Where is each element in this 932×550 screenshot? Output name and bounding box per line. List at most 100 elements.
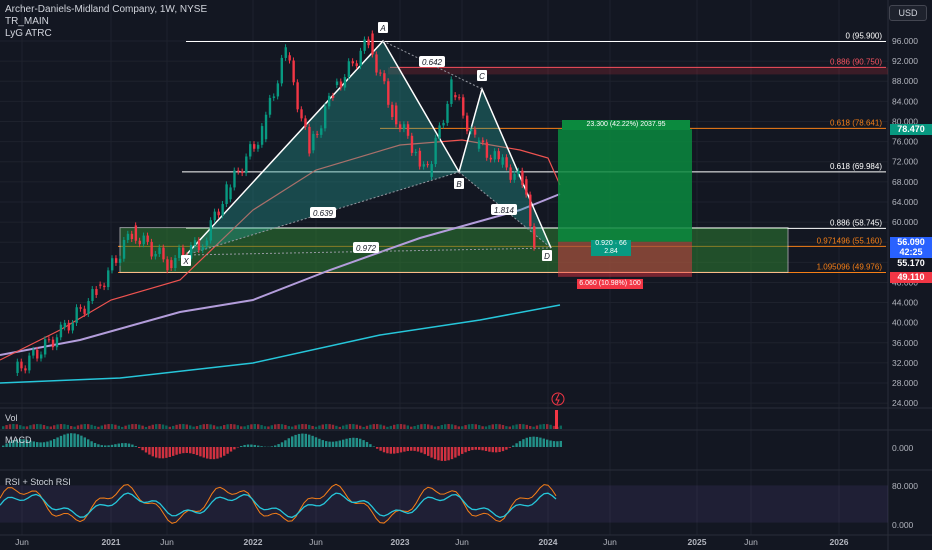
candle [126,233,130,240]
volume-bar [121,426,124,429]
vol-pane-label[interactable]: Vol [5,413,18,423]
macd-bar [80,435,83,447]
volume-bar [474,424,477,429]
volume-bar [284,424,287,429]
macd-histogram [2,433,562,461]
ratio-label-bd: 1.814 [494,206,515,215]
volume-bar [393,424,396,429]
macd-bar [457,447,460,456]
currency-button[interactable]: USD [889,5,927,21]
macd-bar [505,447,508,450]
macd-bar [155,447,158,458]
volume-bar [338,426,341,429]
macd-bar [257,445,260,447]
macd-bar [274,445,277,447]
volume-bar [423,424,426,429]
macd-bar [131,444,134,447]
candle [296,82,299,110]
ratio-label-ac: 0.642 [422,58,443,67]
candle [284,47,287,58]
volume-bar [410,426,413,429]
volume-bar [546,424,549,429]
volume-bar [287,426,290,429]
macd-bar [90,441,93,447]
candle [241,171,244,174]
candle [485,142,489,158]
macd-bar [535,436,539,447]
candle [363,39,366,51]
volume-bar [219,426,222,429]
volume-bar [308,424,311,429]
fib-label: 0.886 (90.750) [830,57,882,66]
volume-bar [321,424,324,429]
macd-bar [352,437,355,447]
candle [450,79,453,104]
volume-bar [100,425,103,429]
volume-bar [274,424,277,429]
indicator-lyg-atrc[interactable]: LyG ATRC [5,28,207,40]
volume-bar [488,425,491,429]
candle [335,81,339,86]
macd-bar [277,444,280,447]
macd-bar [355,437,358,447]
candle [99,284,102,286]
volume-bar [440,425,443,429]
price-axis-tick: 64.000 [892,197,918,207]
chart-canvas[interactable]: 0 (95.900) 0.886 (90.750) 0.618 (78.641) 0.… [0,0,932,550]
time-axis-tick: Jun [15,537,29,547]
candle [316,133,319,135]
candle [430,164,433,177]
indicator-tr-main[interactable]: TR_MAIN [5,16,207,28]
macd-bar [423,447,426,455]
position-target-zone [558,129,692,242]
volume-bar [491,424,494,429]
volume-bar [280,424,284,429]
volume-bar [73,426,76,429]
candle [95,289,98,295]
candle [288,55,291,61]
fib-label: 0.618 (78.641) [830,118,882,127]
volume-bar [382,425,386,429]
candle [395,105,398,125]
volume-bar [318,425,321,429]
macd-bar [161,447,165,459]
macd-bar [134,446,137,447]
macd-bar [158,447,161,459]
volume-bar [549,424,552,429]
rsi-pane-label[interactable]: RSI + Stoch RSI [5,477,71,487]
macd-bar [127,443,131,447]
macd-bar [107,445,110,447]
symbol-title[interactable]: Archer-Daniels-Midland Company, 1W, NYSE [5,4,207,16]
candle [122,239,126,259]
volume-bar [246,425,250,429]
macd-bar [382,447,386,453]
volume-bar [376,424,379,429]
candle [359,50,362,67]
candle [87,301,90,314]
macd-pane-label[interactable]: MACD [5,435,32,445]
volume-bar [294,425,297,429]
pattern-point-x: X [182,257,189,266]
macd-bar [474,447,477,450]
volume-bar [501,424,505,429]
macd-bar [522,439,525,447]
volume-bar [345,424,348,429]
candle [379,72,382,74]
macd-bar [403,447,406,452]
volume-bar [399,424,403,429]
volume-bar [267,426,270,429]
volume-bar [2,426,5,429]
macd-bar [297,433,301,447]
volume-bar [53,425,56,429]
volume-bar [413,426,416,429]
macd-bar [219,447,222,458]
candle [521,170,524,185]
volume-bar [559,425,562,429]
candle [114,258,118,263]
candle [201,247,205,250]
fib-label: 1.095096 (49.976) [817,263,883,272]
macd-bar [311,435,314,447]
volume-bar [104,424,107,429]
candle [16,361,19,373]
volume-bar [185,424,188,429]
